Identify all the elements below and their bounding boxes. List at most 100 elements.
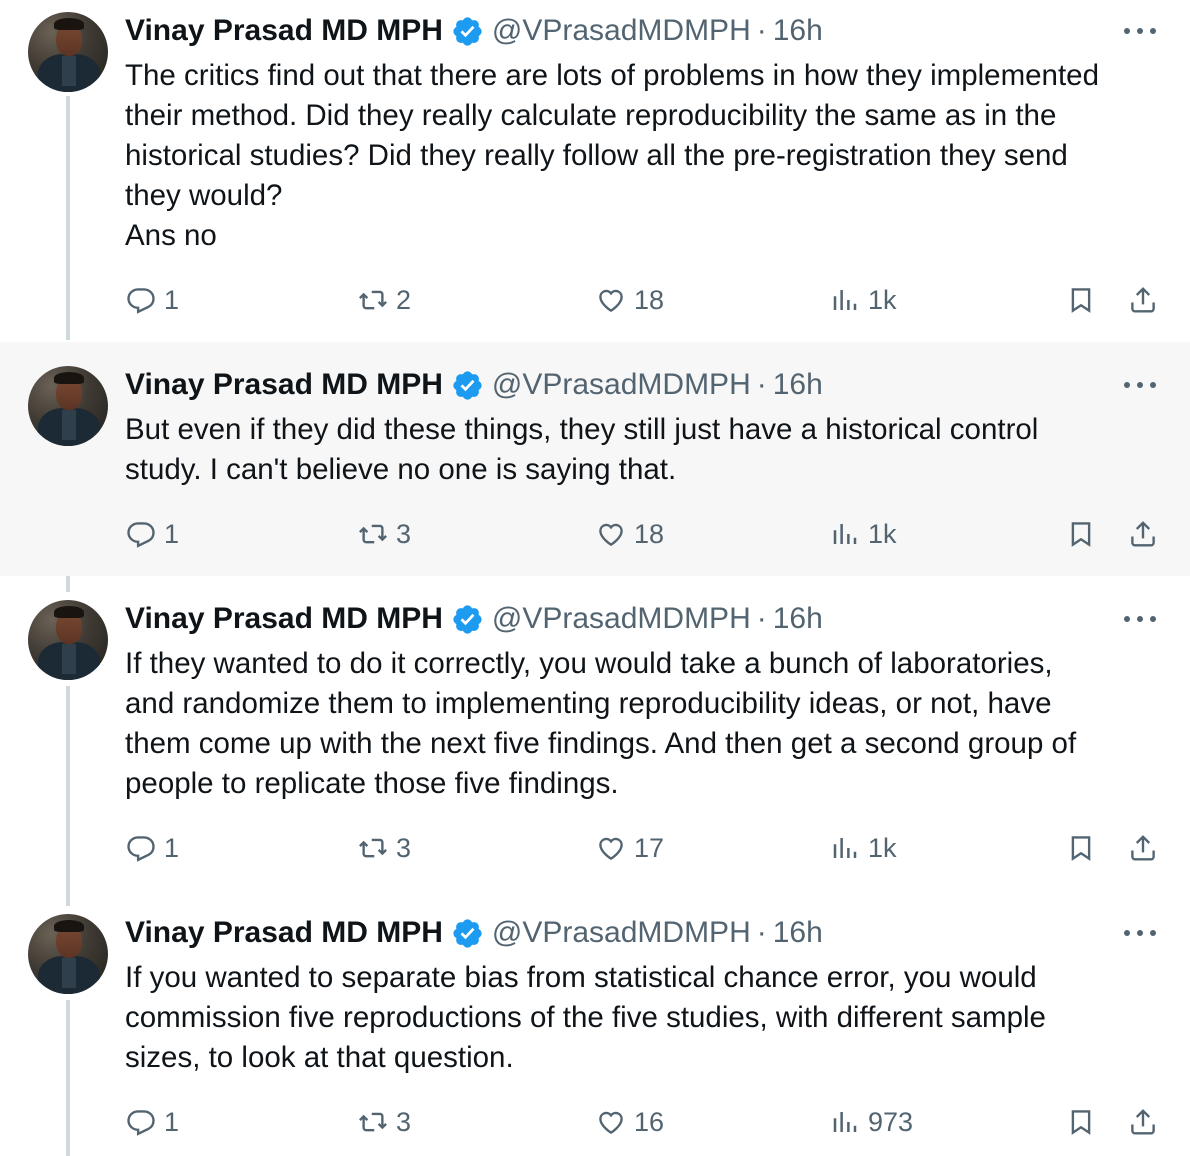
heart-icon: [599, 1111, 623, 1135]
action-bar: 1 3 17 1k: [0, 830, 1190, 866]
share-button[interactable]: [1128, 830, 1158, 866]
timestamp[interactable]: 16h: [773, 368, 823, 402]
bookmark-button[interactable]: [1066, 1104, 1096, 1140]
share-button[interactable]: [1128, 282, 1158, 318]
retweet-count: 3: [396, 1106, 412, 1137]
timestamp[interactable]: 16h: [773, 14, 823, 48]
avatar[interactable]: [28, 914, 108, 994]
author-handle[interactable]: @VPrasadMDMPH: [492, 368, 751, 402]
tweet-line: If they wanted to do it correctly, you w…: [125, 647, 1053, 680]
retweet-button[interactable]: 3: [358, 830, 411, 866]
views-button[interactable]: 973: [830, 1104, 913, 1140]
reply-button[interactable]: 1: [126, 830, 179, 866]
more-icon[interactable]: [1124, 918, 1156, 948]
share-icon: [1131, 521, 1155, 547]
retweet-count: 3: [396, 832, 412, 863]
reply-count: 1: [164, 832, 180, 863]
retweet-button[interactable]: 3: [358, 516, 411, 552]
views-button[interactable]: 1k: [830, 282, 897, 318]
tweet-line: historical studies? Did they really foll…: [125, 139, 1068, 172]
retweet-button[interactable]: 3: [358, 1104, 411, 1140]
tweet-header: Vinay Prasad MD MPH @VPrasadMDMPH · 16h: [125, 13, 823, 49]
bookmark-button[interactable]: [1066, 830, 1096, 866]
tweet-header: Vinay Prasad MD MPH @VPrasadMDMPH · 16h: [125, 915, 823, 951]
retweet-icon: [359, 290, 387, 310]
timestamp[interactable]: 16h: [773, 916, 823, 950]
heart-icon: [599, 289, 623, 313]
retweet-button[interactable]: 2: [358, 282, 411, 318]
separator: ·: [756, 368, 767, 401]
views-count: 1k: [868, 284, 897, 315]
author-handle[interactable]: @VPrasadMDMPH: [492, 14, 751, 48]
views-icon: [833, 838, 857, 858]
tweet-line: The critics find out that there are lots…: [125, 59, 1099, 92]
timestamp[interactable]: 16h: [773, 602, 823, 636]
share-icon: [1131, 835, 1155, 861]
retweet-count: 3: [396, 518, 412, 549]
reply-icon: [127, 522, 155, 548]
author-name[interactable]: Vinay Prasad MD MPH: [125, 14, 443, 48]
retweet-icon: [359, 1112, 387, 1132]
retweet-count: 2: [396, 284, 412, 315]
more-icon[interactable]: [1124, 370, 1156, 400]
more-icon[interactable]: [1124, 604, 1156, 634]
reply-button[interactable]: 1: [126, 516, 179, 552]
like-count: 17: [634, 832, 665, 863]
avatar[interactable]: [28, 600, 108, 680]
avatar[interactable]: [28, 366, 108, 446]
like-button[interactable]: 16: [596, 1104, 664, 1140]
tweet-line: sizes, to look at that question.: [125, 1041, 514, 1074]
avatar[interactable]: [28, 12, 108, 92]
bookmark-icon: [1071, 288, 1091, 313]
heart-icon: [599, 837, 623, 861]
author-handle[interactable]: @VPrasadMDMPH: [492, 602, 751, 636]
bookmark-icon: [1071, 836, 1091, 861]
share-icon: [1131, 287, 1155, 313]
reply-button[interactable]: 1: [126, 282, 179, 318]
verified-badge-icon: [453, 370, 482, 400]
heart-icon: [599, 523, 623, 547]
views-icon: [833, 524, 857, 544]
author-handle[interactable]: @VPrasadMDMPH: [492, 916, 751, 950]
separator: ·: [756, 916, 767, 949]
share-button[interactable]: [1128, 1104, 1158, 1140]
tweet-line: study. I can't believe no one is saying …: [125, 453, 677, 486]
retweet-icon: [359, 838, 387, 858]
author-name[interactable]: Vinay Prasad MD MPH: [125, 916, 443, 950]
tweet-line: and randomize them to implementing repro…: [125, 687, 1052, 720]
views-button[interactable]: 1k: [830, 516, 897, 552]
tweet-line: Ans no: [125, 219, 217, 252]
bookmark-button[interactable]: [1066, 516, 1096, 552]
like-button[interactable]: 17: [596, 830, 664, 866]
views-icon: [833, 290, 857, 310]
tweet[interactable]: Vinay Prasad MD MPH @VPrasadMDMPH · 16h …: [0, 0, 1190, 340]
reply-count: 1: [164, 1106, 180, 1137]
bookmark-button[interactable]: [1066, 282, 1096, 318]
separator: ·: [756, 602, 767, 635]
tweet[interactable]: Vinay Prasad MD MPH @VPrasadMDMPH · 16h …: [0, 576, 1190, 890]
reply-icon: [127, 1110, 155, 1136]
share-button[interactable]: [1128, 516, 1158, 552]
author-name[interactable]: Vinay Prasad MD MPH: [125, 602, 443, 636]
like-button[interactable]: 18: [596, 282, 664, 318]
views-button[interactable]: 1k: [830, 830, 897, 866]
tweet-text: If you wanted to separate bias from stat…: [125, 958, 1165, 1078]
like-button[interactable]: 18: [596, 516, 664, 552]
reply-icon: [127, 836, 155, 862]
tweet-line: their method. Did they really calculate …: [125, 99, 1057, 132]
tweet-text: If they wanted to do it correctly, you w…: [125, 644, 1165, 804]
author-name[interactable]: Vinay Prasad MD MPH: [125, 368, 443, 402]
reply-icon: [127, 288, 155, 314]
tweet[interactable]: Vinay Prasad MD MPH @VPrasadMDMPH · 16h …: [0, 342, 1190, 576]
tweet[interactable]: Vinay Prasad MD MPH @VPrasadMDMPH · 16h …: [0, 890, 1190, 1156]
views-count: 973: [868, 1106, 914, 1137]
more-icon[interactable]: [1124, 16, 1156, 46]
tweet-header: Vinay Prasad MD MPH @VPrasadMDMPH · 16h: [125, 601, 823, 637]
tweet-header: Vinay Prasad MD MPH @VPrasadMDMPH · 16h: [125, 367, 823, 403]
separator: ·: [756, 14, 767, 47]
reply-button[interactable]: 1: [126, 1104, 179, 1140]
tweet-line: them come up with the next five findings…: [125, 727, 1077, 760]
verified-badge-icon: [453, 604, 482, 634]
views-icon: [833, 1112, 857, 1132]
tweet-line: people to replicate those five findings.: [125, 767, 619, 800]
